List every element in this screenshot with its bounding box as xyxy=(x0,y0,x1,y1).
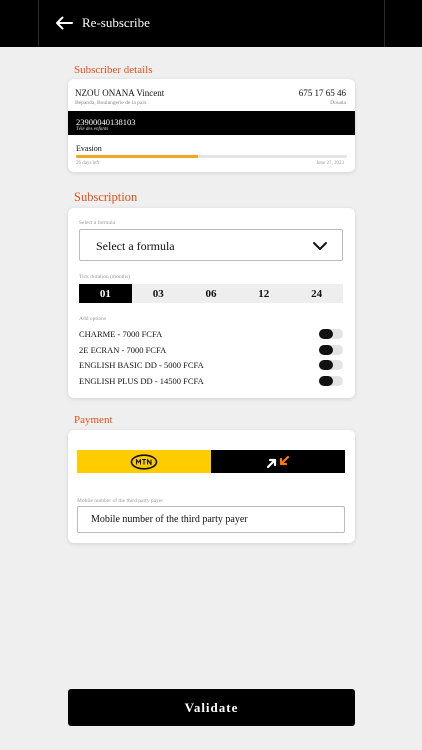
mtn-logo-icon xyxy=(130,453,158,470)
payment-card: Mobile number of the third party payer xyxy=(68,430,355,543)
option-row: ENGLISH PLUS DD - 14500 FCFA xyxy=(79,375,343,387)
validate-button[interactable]: Validate xyxy=(68,689,355,726)
mtn-momo-button[interactable] xyxy=(77,450,211,473)
arrow-left-icon xyxy=(56,16,73,30)
formula-value: Select a formula xyxy=(96,239,175,253)
duration-selector: 01 03 06 12 24 xyxy=(79,284,343,303)
payer-number-input[interactable] xyxy=(77,506,345,533)
option-toggle[interactable] xyxy=(319,375,343,386)
subscriber-address: Bépanda, Boulangerie de la paix xyxy=(75,100,147,106)
top-bar: Re-subscribe xyxy=(0,0,422,47)
duration-option-06[interactable]: 06 xyxy=(185,284,238,303)
subscription-card: Select a formula Select a formula Tick d… xyxy=(68,208,355,398)
divider xyxy=(384,0,385,47)
option-row: 2E ECRAN - 7000 FCFA xyxy=(79,344,343,356)
option-label: 2E ECRAN - 7000 FCFA xyxy=(79,344,167,355)
plan-name: Evasion xyxy=(76,144,102,153)
subscriber-card: NZOU ONANA Vincent 675 17 65 46 Bépanda,… xyxy=(68,79,355,172)
duration-option-03[interactable]: 03 xyxy=(132,284,185,303)
payer-label: Mobile number of the third party payer xyxy=(77,498,164,504)
divider xyxy=(38,0,39,47)
days-left: 26 days left xyxy=(76,161,100,166)
toggle-knob xyxy=(319,329,333,339)
duration-option-01[interactable]: 01 xyxy=(79,284,132,303)
toggle-knob xyxy=(319,344,333,355)
options-label: Add options xyxy=(79,316,107,322)
subscription-progress xyxy=(76,155,347,158)
subscriber-section-title: Subscriber details xyxy=(74,64,153,76)
option-toggle[interactable] xyxy=(319,329,343,339)
toggle-knob xyxy=(319,375,333,386)
duration-label: Tick duration (months) xyxy=(79,274,130,280)
back-button[interactable] xyxy=(52,11,76,35)
subscription-section-title: Subscription xyxy=(74,190,138,204)
formula-label: Select a formula xyxy=(79,220,116,226)
payment-section-title: Payment xyxy=(74,414,113,426)
option-toggle[interactable] xyxy=(319,360,343,370)
payment-methods xyxy=(77,450,345,473)
toggle-knob xyxy=(319,360,333,370)
option-row: ENGLISH BASIC DD - 5000 FCFA xyxy=(79,359,343,371)
page-title: Re-subscribe xyxy=(82,15,150,30)
orange-money-button[interactable] xyxy=(211,450,345,473)
decoder-label: Télé des enfants xyxy=(76,127,109,132)
duration-option-12[interactable]: 12 xyxy=(237,284,290,303)
option-toggle[interactable] xyxy=(319,344,343,355)
chevron-down-icon xyxy=(313,242,327,250)
expiry-date: June 27, 2023 xyxy=(316,161,344,166)
option-label: ENGLISH BASIC DD - 5000 FCFA xyxy=(79,360,204,370)
option-label: CHARME - 7000 FCFA xyxy=(79,329,163,339)
option-label: ENGLISH PLUS DD - 14500 FCFA xyxy=(79,375,204,386)
subscription-progress-fill xyxy=(76,155,198,158)
decoder-number: 23900040138103 xyxy=(76,117,136,127)
subscriber-name: NZOU ONANA Vincent xyxy=(75,88,165,98)
decoder-band: 23900040138103 Télé des enfants xyxy=(68,111,355,135)
orange-money-icon xyxy=(266,455,290,468)
subscriber-phone: 675 17 65 46 xyxy=(298,88,346,98)
formula-select[interactable]: Select a formula xyxy=(79,229,343,261)
option-row: CHARME - 7000 FCFA xyxy=(79,328,343,340)
duration-option-24[interactable]: 24 xyxy=(290,284,343,303)
subscriber-city: Douala xyxy=(330,100,346,106)
